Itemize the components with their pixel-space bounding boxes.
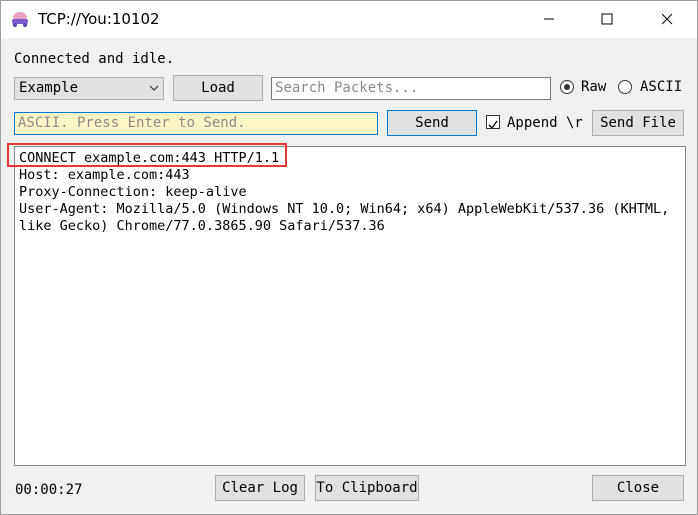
maximize-button[interactable]: [579, 1, 637, 38]
load-button[interactable]: Load: [173, 75, 263, 101]
app-window: TCP://You:10102 Connected and idle. Exam…: [0, 0, 698, 515]
highlight-box: [7, 143, 287, 167]
chevron-down-icon: [149, 85, 159, 91]
ascii-label: ASCII: [640, 79, 683, 95]
title-bar[interactable]: TCP://You:10102: [1, 1, 697, 38]
raw-label: Raw: [581, 79, 607, 95]
log-line: Host: example.com:443: [19, 167, 190, 183]
close-window-button[interactable]: [639, 1, 697, 38]
raw-radio-dot: [564, 84, 570, 90]
connection-status: Connected and idle.: [14, 51, 175, 67]
log-line: User-Agent: Mozilla/5.0 (Windows NT 10.0…: [19, 201, 670, 217]
window-title: TCP://You:10102: [38, 10, 160, 28]
append-checkbox[interactable]: [486, 115, 500, 130]
send-input[interactable]: ASCII. Press Enter to Send.: [14, 112, 378, 135]
raw-radio[interactable]: [560, 80, 574, 94]
ascii-radio[interactable]: [618, 80, 632, 94]
close-button[interactable]: Close: [592, 475, 684, 501]
minimize-icon: [544, 18, 554, 20]
app-icon: [10, 10, 30, 28]
send-button[interactable]: Send: [387, 110, 477, 136]
send-file-button[interactable]: Send File: [592, 110, 684, 136]
log-line: like Gecko) Chrome/77.0.3865.90 Safari/5…: [19, 218, 385, 234]
to-clipboard-button[interactable]: To Clipboard: [315, 475, 419, 501]
maximize-icon: [601, 13, 613, 25]
profile-select-value: Example: [19, 80, 79, 96]
checkmark-icon: [488, 120, 498, 130]
profile-select[interactable]: Example: [14, 77, 164, 100]
search-placeholder: Search Packets...: [275, 80, 419, 96]
minimize-button[interactable]: [521, 1, 579, 38]
log-line: Proxy-Connection: keep-alive: [19, 184, 247, 200]
packet-log[interactable]: CONNECT example.com:443 HTTP/1.1 Host: e…: [14, 146, 686, 466]
append-label: Append \r: [507, 115, 583, 131]
clear-log-button[interactable]: Clear Log: [215, 475, 305, 501]
close-icon: [661, 13, 673, 25]
search-input[interactable]: Search Packets...: [271, 77, 551, 100]
elapsed-timer: 00:00:27: [15, 482, 83, 498]
send-input-placeholder: ASCII. Press Enter to Send.: [18, 115, 246, 131]
